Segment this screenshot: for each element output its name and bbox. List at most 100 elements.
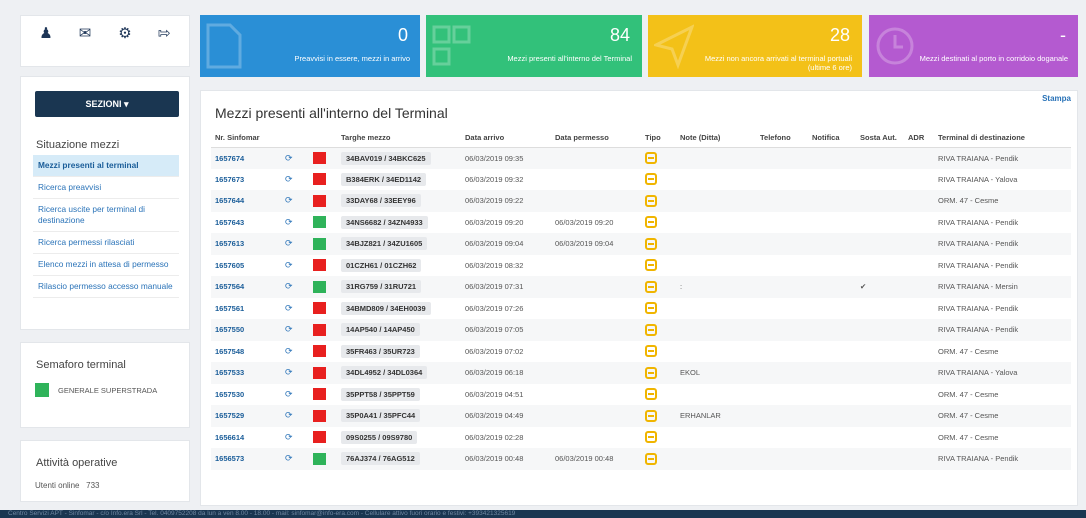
table-row[interactable]: 1657533 ⟳ 34DL4952 / 34DL0364 06/03/2019 06… bbox=[211, 362, 1071, 384]
tile-preavvisi[interactable]: 0 Preavvisi in essere, mezzi in arrivo bbox=[200, 15, 420, 77]
telefono-cell bbox=[756, 233, 808, 255]
table-row[interactable]: 1657564 ⟳ 31RG759 / 31RU721 06/03/2019 07:3… bbox=[211, 276, 1071, 298]
col-sosta-aut[interactable]: Sosta Aut. bbox=[856, 129, 904, 148]
note-cell bbox=[676, 233, 756, 255]
history-icon[interactable]: ⟳ bbox=[285, 303, 293, 313]
col-notifica[interactable]: Notifica bbox=[808, 129, 856, 148]
table-row[interactable]: 1657613 ⟳ 34BJZ821 / 34ZU1605 06/03/2019 09… bbox=[211, 233, 1071, 255]
col-note[interactable]: Note (Ditta) bbox=[676, 129, 756, 148]
semaforo-title: Semaforo terminal bbox=[36, 359, 126, 371]
table-row[interactable]: 1657550 ⟳ 14AP540 / 14AP450 06/03/2019 07:0… bbox=[211, 319, 1071, 341]
row-nr-link[interactable]: 1657674 bbox=[211, 147, 281, 169]
notifica-cell bbox=[808, 362, 856, 384]
table-row[interactable]: 1657529 ⟳ 35P0A41 / 35PFC44 06/03/2019 04:4… bbox=[211, 405, 1071, 427]
logout-icon[interactable]: ⇰ bbox=[154, 26, 174, 42]
row-nr-link[interactable]: 1657533 bbox=[211, 362, 281, 384]
history-icon[interactable]: ⟳ bbox=[285, 260, 293, 270]
note-cell: ERHANLAR bbox=[680, 411, 721, 421]
adr-cell bbox=[904, 169, 934, 191]
row-nr-link[interactable]: 1657644 bbox=[211, 190, 281, 212]
col-nr-sinfomar[interactable]: Nr. Sinfomar bbox=[211, 129, 281, 148]
table-row[interactable]: 1656573 ⟳ 76AJ374 / 76AG512 06/03/2019 00:4… bbox=[211, 448, 1071, 470]
history-icon[interactable]: ⟳ bbox=[285, 346, 293, 356]
destinazione-cell: RIVA TRAIANA - Pendik bbox=[938, 325, 1019, 335]
history-cell: ⟳ bbox=[281, 319, 309, 341]
tile-presenti[interactable]: 84 Mezzi presenti all'interno del Termin… bbox=[426, 15, 642, 77]
row-nr-link[interactable]: 1657529 bbox=[211, 405, 281, 427]
row-nr-link[interactable]: 1656573 bbox=[211, 448, 281, 470]
row-nr-link[interactable]: 1657548 bbox=[211, 341, 281, 363]
row-nr-link[interactable]: 1657564 bbox=[211, 276, 281, 298]
permesso-cell: 06/03/2019 09:04 bbox=[555, 239, 614, 249]
history-icon[interactable]: ⟳ bbox=[285, 238, 293, 248]
col-data-arrivo[interactable]: Data arrivo bbox=[461, 129, 551, 148]
sezioni-dropdown-button[interactable]: SEZIONI ▾ bbox=[35, 91, 179, 117]
col-data-permesso[interactable]: Data permesso bbox=[551, 129, 641, 148]
gear-icon[interactable]: ⚙ bbox=[115, 26, 135, 42]
history-icon[interactable]: ⟳ bbox=[285, 324, 293, 334]
sosta-cell bbox=[856, 147, 904, 169]
arrivo-cell: 06/03/2019 07:02 bbox=[465, 346, 524, 356]
table-row[interactable]: 1657643 ⟳ 34NS6682 / 34ZN4933 06/03/2019 09… bbox=[211, 212, 1071, 234]
tile-non-arrivati[interactable]: 28 Mezzi non ancora arrivati al terminal… bbox=[648, 15, 862, 77]
row-nr-link[interactable]: 1657530 bbox=[211, 384, 281, 406]
stampa-link[interactable]: Stampa bbox=[1042, 94, 1071, 103]
sosta-cell bbox=[856, 298, 904, 320]
attivita-panel: Attività operative Utenti online 733 bbox=[20, 440, 190, 502]
col-tipo[interactable]: Tipo bbox=[641, 129, 676, 148]
vehicles-table: Nr. Sinfomar Targhe mezzo Data arrivo Da… bbox=[211, 129, 1071, 470]
row-nr-link[interactable]: 1656614 bbox=[211, 427, 281, 449]
row-nr-link[interactable]: 1657643 bbox=[211, 212, 281, 234]
col-terminal-destinazione[interactable]: Terminal di destinazione bbox=[934, 129, 1071, 148]
table-row[interactable]: 1657673 ⟳ B384ERK / 34ED1142 06/03/2019 09:… bbox=[211, 169, 1071, 191]
table-row[interactable]: 1657605 ⟳ 01CZH61 / 01CZH62 06/03/2019 08:3… bbox=[211, 255, 1071, 277]
history-icon[interactable]: ⟳ bbox=[285, 389, 293, 399]
col-telefono[interactable]: Telefono bbox=[756, 129, 808, 148]
note-cell bbox=[676, 169, 756, 191]
plates-badge: 34BJZ821 / 34ZU1605 bbox=[341, 237, 428, 251]
status-cell bbox=[309, 276, 337, 298]
table-row[interactable]: 1657548 ⟳ 35FR463 / 35UR723 06/03/2019 07:0… bbox=[211, 341, 1071, 363]
history-cell: ⟳ bbox=[281, 362, 309, 384]
row-nr-link[interactable]: 1657605 bbox=[211, 255, 281, 277]
tile-corridoio[interactable]: - Mezzi destinati al porto in corridoio … bbox=[869, 15, 1078, 77]
table-row[interactable]: 1657644 ⟳ 33DAY68 / 33EEY96 06/03/2019 09:2… bbox=[211, 190, 1071, 212]
targhe-cell: 09S0255 / 09S9780 bbox=[337, 427, 461, 449]
col-targhe[interactable]: Targhe mezzo bbox=[337, 129, 461, 148]
history-icon[interactable]: ⟳ bbox=[285, 195, 293, 205]
table-row[interactable]: 1657530 ⟳ 35PPT58 / 35PPT59 06/03/2019 04:5… bbox=[211, 384, 1071, 406]
history-icon[interactable]: ⟳ bbox=[285, 453, 293, 463]
table-row[interactable]: 1656614 ⟳ 09S0255 / 09S9780 06/03/2019 02:2… bbox=[211, 427, 1071, 449]
history-icon[interactable]: ⟳ bbox=[285, 410, 293, 420]
row-nr-link[interactable]: 1657550 bbox=[211, 319, 281, 341]
history-icon[interactable]: ⟳ bbox=[285, 367, 293, 377]
sidebar-item-ricerca-uscite[interactable]: Ricerca uscite per terminal di destinazi… bbox=[33, 199, 179, 232]
history-icon[interactable]: ⟳ bbox=[285, 217, 293, 227]
targhe-cell: 35P0A41 / 35PFC44 bbox=[337, 405, 461, 427]
sidebar-item-ricerca-preavvisi[interactable]: Ricerca preavvisi bbox=[33, 177, 179, 199]
row-nr-link[interactable]: 1657561 bbox=[211, 298, 281, 320]
row-nr-link[interactable]: 1657673 bbox=[211, 169, 281, 191]
table-row[interactable]: 1657561 ⟳ 34BMD809 / 34EH0039 06/03/2019 07… bbox=[211, 298, 1071, 320]
history-icon[interactable]: ⟳ bbox=[285, 174, 293, 184]
table-row[interactable]: 1657674 ⟳ 34BAV019 / 34BKC625 06/03/2019 09… bbox=[211, 147, 1071, 169]
user-icon[interactable]: ♟ bbox=[36, 26, 56, 42]
sosta-cell bbox=[856, 384, 904, 406]
mail-icon[interactable]: ✉ bbox=[75, 26, 95, 42]
col-adr[interactable]: ADR bbox=[904, 129, 934, 148]
plates-badge: 76AJ374 / 76AG512 bbox=[341, 452, 420, 466]
bus-icon bbox=[645, 152, 657, 164]
sidebar-item-rilascio-permesso[interactable]: Rilascio permesso accesso manuale bbox=[33, 276, 179, 298]
sidebar-item-mezzi-presenti[interactable]: Mezzi presenti al terminal bbox=[33, 155, 179, 177]
targhe-cell: 34NS6682 / 34ZN4933 bbox=[337, 212, 461, 234]
adr-cell bbox=[904, 276, 934, 298]
status-green-indicator bbox=[313, 216, 326, 229]
history-icon[interactable]: ⟳ bbox=[285, 153, 293, 163]
tipo-cell bbox=[641, 255, 676, 277]
row-nr-link[interactable]: 1657613 bbox=[211, 233, 281, 255]
tipo-cell bbox=[641, 276, 676, 298]
sidebar-item-elenco-mezzi[interactable]: Elenco mezzi in attesa di permesso bbox=[33, 254, 179, 276]
sidebar-item-ricerca-permessi[interactable]: Ricerca permessi rilasciati bbox=[33, 232, 179, 254]
history-icon[interactable]: ⟳ bbox=[285, 281, 293, 291]
history-icon[interactable]: ⟳ bbox=[285, 432, 293, 442]
